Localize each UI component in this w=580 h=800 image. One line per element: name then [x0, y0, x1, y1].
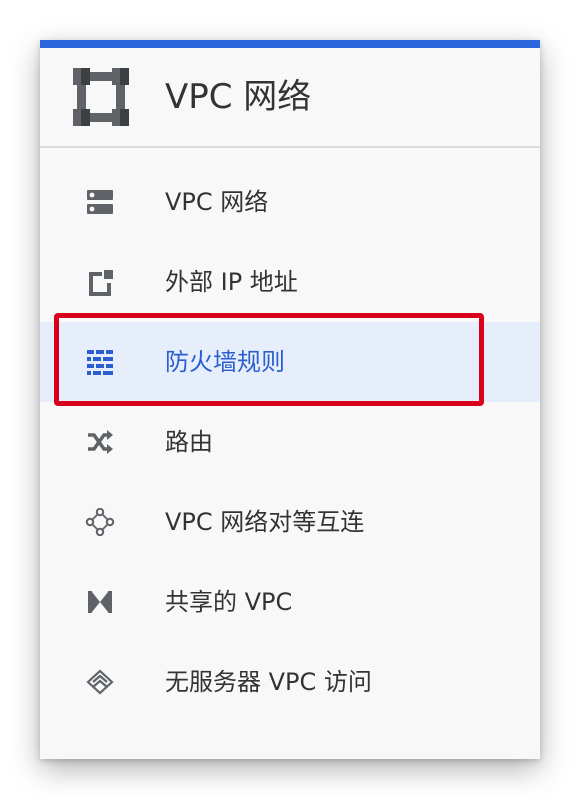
- sidebar-item-label: 共享的 VPC: [165, 588, 293, 616]
- sidebar-item-label: 防火墙规则: [165, 348, 285, 376]
- accent-bar: [40, 40, 540, 48]
- page-title: VPC 网络: [165, 77, 312, 117]
- sidebar-item-firewall-rules[interactable]: 防火墙规则: [40, 322, 540, 402]
- routes-icon: [88, 430, 113, 454]
- sidebar-item-label: 路由: [165, 428, 213, 456]
- panel-header: VPC 网络: [40, 48, 540, 148]
- sidebar-item-shared-vpc[interactable]: 共享的 VPC: [40, 562, 540, 642]
- vpc-peering-icon: [85, 508, 115, 536]
- sidebar-item-label: 外部 IP 地址: [165, 268, 298, 296]
- vpc-network-logo-icon: [73, 68, 129, 126]
- sidebar-item-vpc-peering[interactable]: VPC 网络对等互连: [40, 482, 540, 562]
- sidebar-item-external-ip[interactable]: 外部 IP 地址: [40, 242, 540, 322]
- vpc-nav-panel: VPC 网络 VPC 网络 外部 IP 地址 防火墙规则 路由 VPC 网络对等…: [40, 40, 540, 759]
- sidebar-item-label: VPC 网络: [165, 188, 269, 216]
- sidebar-item-label: VPC 网络对等互连: [165, 508, 365, 536]
- serverless-vpc-access-icon: [86, 669, 114, 695]
- shared-vpc-icon: [88, 591, 112, 613]
- firewall-icon: [87, 350, 113, 375]
- sidebar-item-vpc-networks[interactable]: VPC 网络: [40, 162, 540, 242]
- sidebar-item-serverless-vpc-access[interactable]: 无服务器 VPC 访问: [40, 642, 540, 722]
- external-ip-icon: [89, 270, 113, 296]
- sidebar-item-routes[interactable]: 路由: [40, 402, 540, 482]
- sidebar-item-label: 无服务器 VPC 访问: [165, 668, 372, 696]
- vpc-network-icon: [87, 190, 113, 214]
